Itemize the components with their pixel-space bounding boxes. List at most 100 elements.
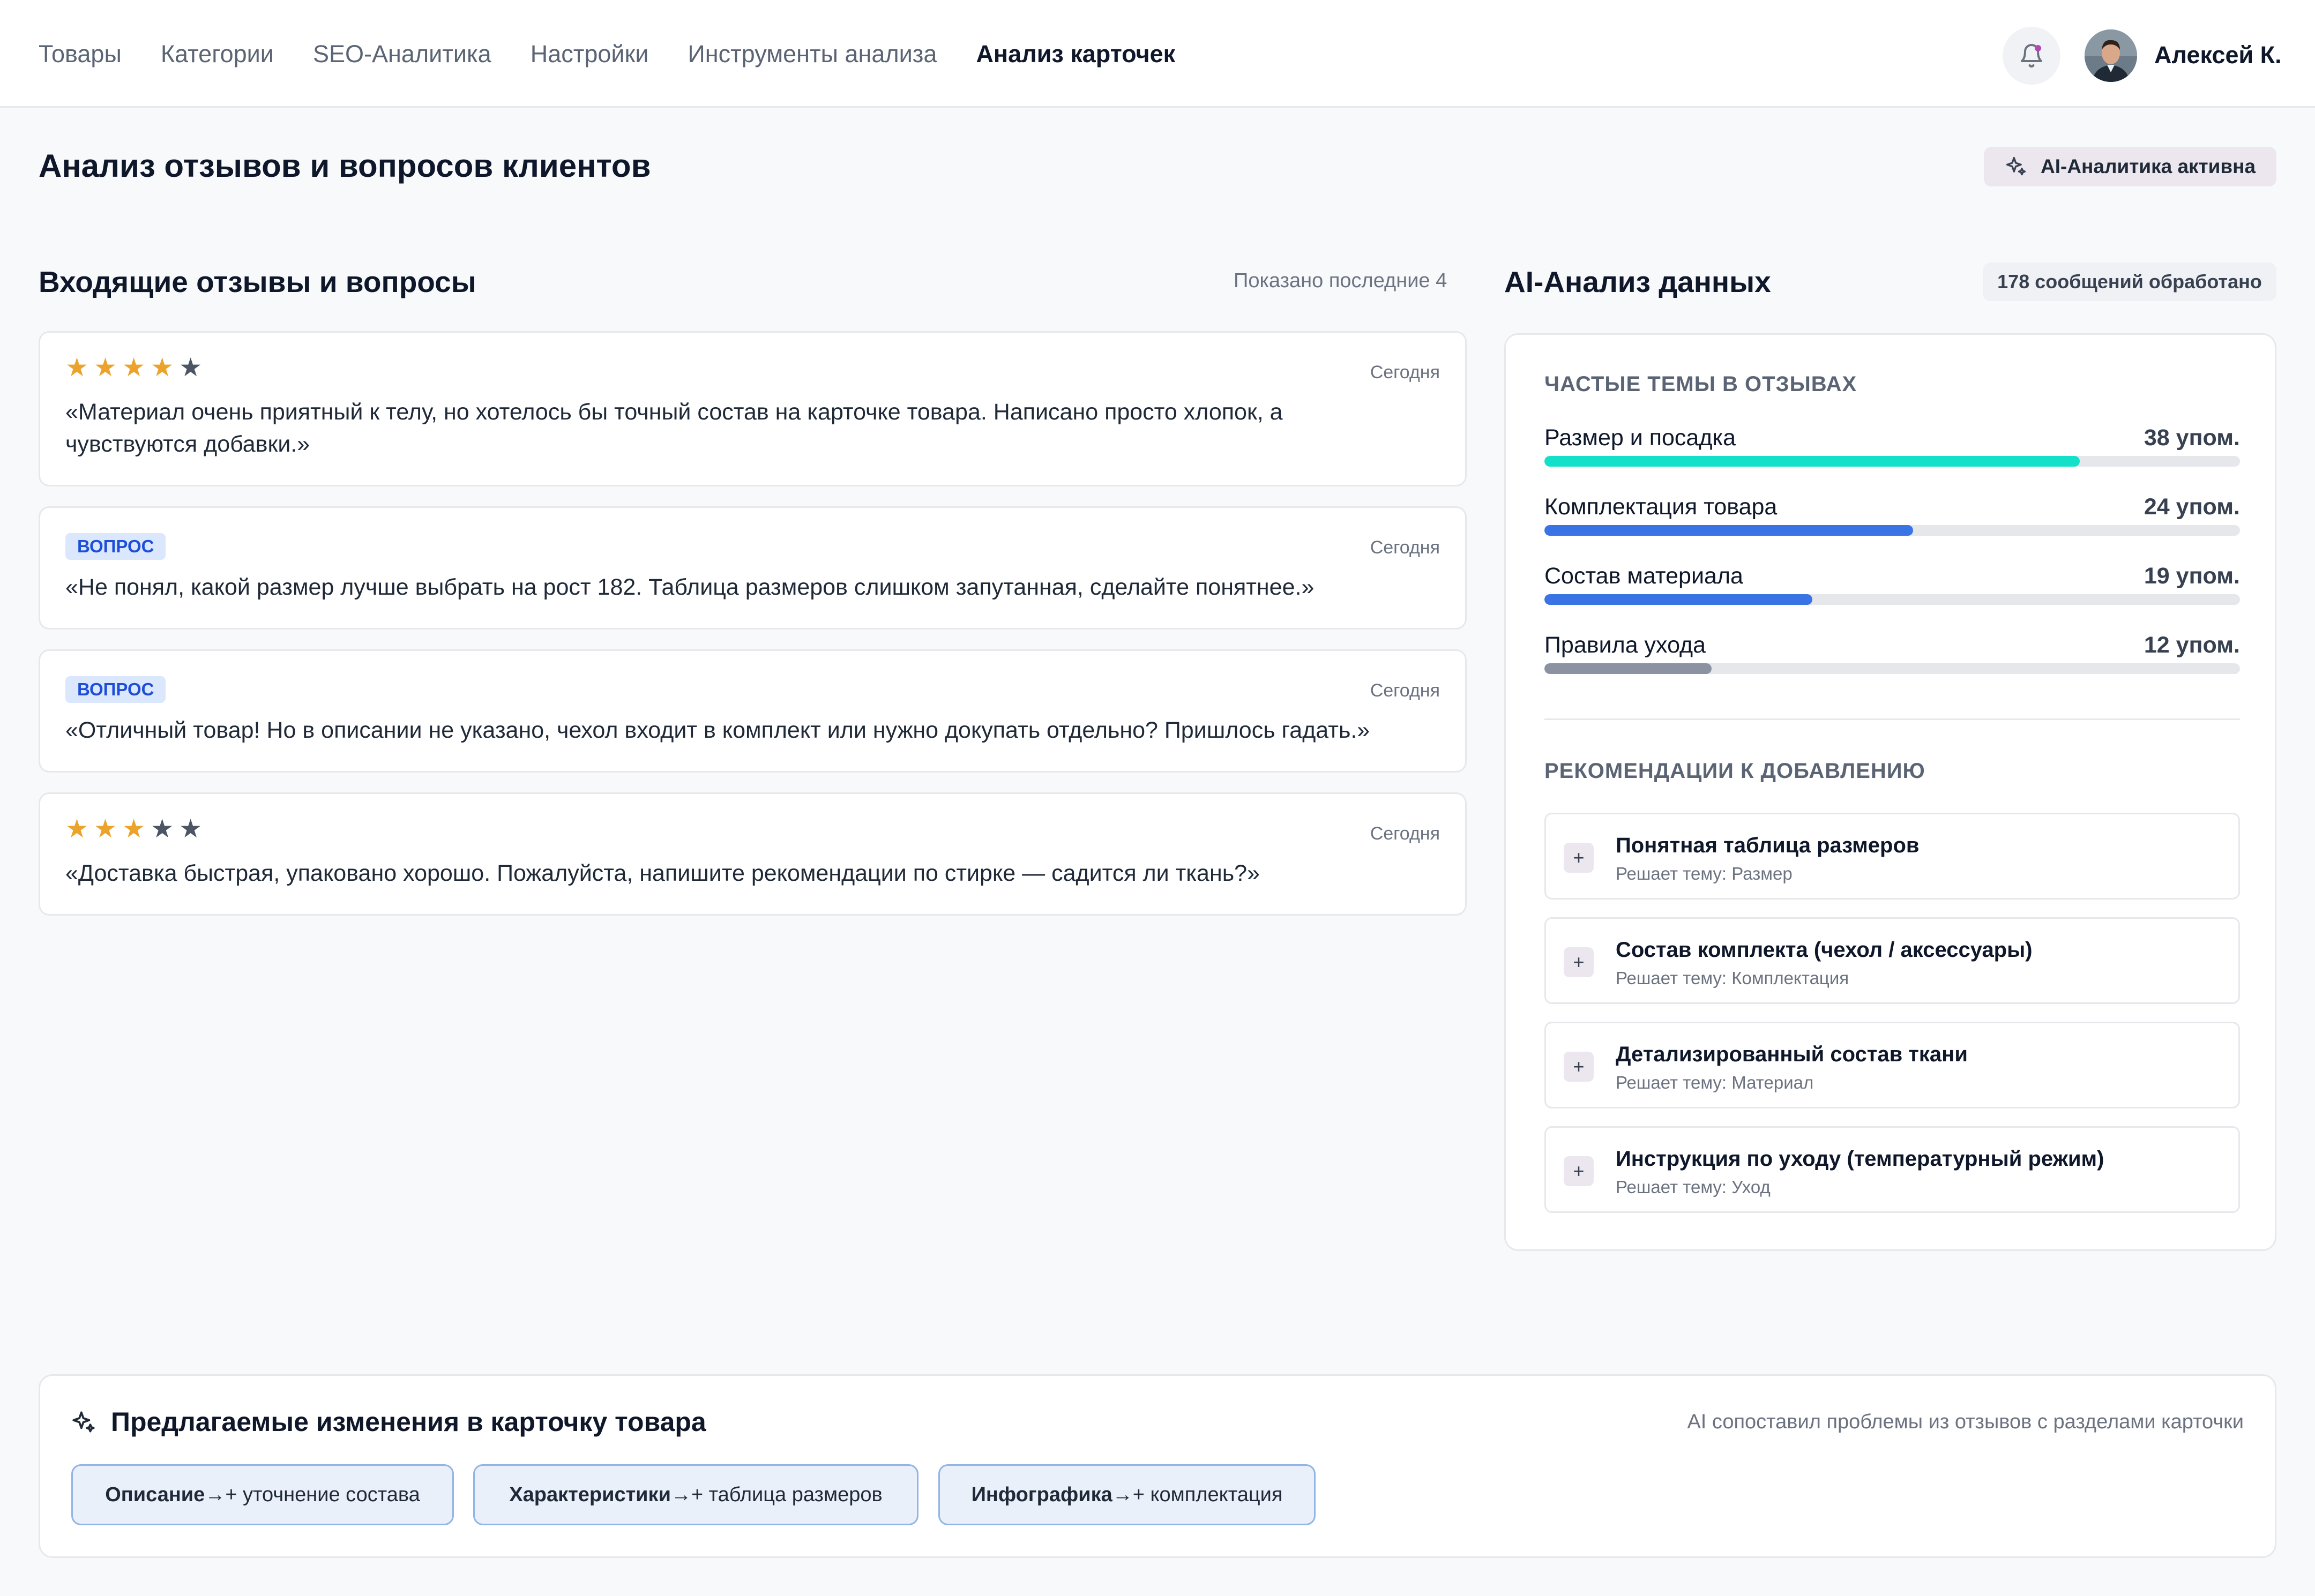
- review-text: «Материал очень приятный к телу, но хоте…: [65, 399, 1283, 458]
- recommendation-topic: Решает тему: Материал: [1616, 1073, 1814, 1092]
- arrow-icon: →: [1112, 1483, 1133, 1506]
- nav-item-card-analysis[interactable]: Анализ карточек: [976, 40, 1175, 68]
- bell-icon: [2021, 44, 2042, 68]
- recommendation-topic: Решает тему: Комплектация: [1616, 968, 1849, 988]
- suggested-changes-note: AI сопоставил проблемы из отзывов с разд…: [1687, 1411, 2244, 1433]
- recommendation-topic: Решает тему: Размер: [1616, 864, 1793, 883]
- recommendation-item[interactable]: + Инструкция по уходу (температурный реж…: [1544, 1126, 2240, 1213]
- topic-row: Состав материала 19 упом.: [1544, 563, 2240, 611]
- recommendation-title: Детализированный состав ткани: [1616, 1043, 1968, 1066]
- nav-item-settings[interactable]: Настройки: [531, 40, 649, 68]
- topic-name: Размер и посадка: [1544, 425, 1736, 451]
- review-card[interactable]: ★ ★ ★ ★ ★ Сегодня «Доставка быстрая, упа…: [39, 792, 1467, 916]
- question-text: «Не понял, какой размер лучше выбрать на…: [65, 574, 1315, 600]
- star-filled-icon: ★: [151, 354, 174, 382]
- top-navigation: Товары Категории SEO-Аналитика Настройки…: [0, 0, 2315, 108]
- chip-section: Описание: [105, 1483, 205, 1506]
- question-card[interactable]: ВОПРОС Сегодня «Отличный товар! Но в опи…: [39, 649, 1467, 773]
- topic-bar-fill: [1544, 525, 1913, 536]
- user-name[interactable]: Алексей К.: [2154, 41, 2282, 69]
- question-text: «Отличный товар! Но в описании не указан…: [65, 717, 1370, 743]
- ai-analysis-panel: ЧАСТЫЕ ТЕМЫ В ОТЗЫВАХ Размер и посадка 3…: [1504, 333, 2276, 1251]
- ai-status-label: AI-Аналитика активна: [2041, 155, 2256, 177]
- question-tag: ВОПРОС: [65, 676, 166, 703]
- chip-action: + комплектация: [1132, 1483, 1283, 1506]
- ai-status-badge: AI-Аналитика активна: [1984, 147, 2276, 186]
- star-filled-icon: ★: [122, 354, 146, 382]
- nav-item-seo-analytics[interactable]: SEO-Аналитика: [313, 40, 491, 68]
- rating-stars: ★ ★ ★ ★ ★: [65, 816, 202, 842]
- page-title: Анализ отзывов и вопросов клиентов: [39, 148, 651, 184]
- star-filled-icon: ★: [65, 354, 89, 382]
- recommendation-title: Понятная таблица размеров: [1616, 834, 1920, 857]
- chip-section: Характеристики: [509, 1483, 671, 1506]
- add-icon[interactable]: +: [1564, 1052, 1594, 1082]
- topic-count: 12 упом.: [2144, 632, 2240, 658]
- topic-count: 24 упом.: [2144, 494, 2240, 520]
- star-filled-icon: ★: [122, 815, 146, 843]
- suggested-changes-title: Предлагаемые изменения в карточку товара: [111, 1407, 706, 1437]
- star-empty-icon: ★: [151, 815, 174, 843]
- question-card[interactable]: ВОПРОС Сегодня «Не понял, какой размер л…: [39, 506, 1467, 630]
- reviews-count-note: Показано последние 4: [1234, 269, 1447, 292]
- recommendation-title: Состав комплекта (чехол / аксессуары): [1616, 938, 2033, 962]
- star-empty-icon: ★: [179, 815, 203, 843]
- recommendation-item[interactable]: + Детализированный состав ткани Решает т…: [1544, 1022, 2240, 1108]
- topic-name: Комплектация товара: [1544, 494, 1778, 520]
- topic-count: 19 упом.: [2144, 563, 2240, 589]
- change-chip-infographics[interactable]: Инфографика → + комплектация: [938, 1464, 1316, 1525]
- topic-row: Правила ухода 12 упом.: [1544, 632, 2240, 680]
- nav-item-analysis-tools[interactable]: Инструменты анализа: [688, 40, 937, 68]
- recommendation-item[interactable]: + Состав комплекта (чехол / аксессуары) …: [1544, 917, 2240, 1004]
- chip-action: + таблица размеров: [691, 1483, 883, 1506]
- topic-name: Правила ухода: [1544, 632, 1706, 658]
- topics-heading: ЧАСТЫЕ ТЕМЫ В ОТЗЫВАХ: [1544, 372, 1857, 396]
- star-filled-icon: ★: [94, 354, 117, 382]
- change-chip-description[interactable]: Описание → + уточнение состава: [71, 1464, 454, 1525]
- question-date: Сегодня: [1370, 680, 1440, 701]
- topic-bar-track: [1544, 456, 2240, 467]
- chip-action: + уточнение состава: [225, 1483, 420, 1506]
- arrow-icon: →: [205, 1483, 226, 1506]
- ai-section-title: AI-Анализ данных: [1504, 265, 1771, 298]
- rating-stars: ★ ★ ★ ★ ★: [65, 355, 202, 381]
- nav-item-products[interactable]: Товары: [39, 40, 122, 68]
- sparkles-icon: [72, 1411, 95, 1433]
- topic-bar-fill: [1544, 456, 2080, 467]
- avatar[interactable]: [2085, 29, 2137, 82]
- topic-bar-track: [1544, 663, 2240, 674]
- suggested-changes-panel: Предлагаемые изменения в карточку товара…: [39, 1374, 2276, 1558]
- add-icon[interactable]: +: [1564, 843, 1594, 873]
- reviews-section-title: Входящие отзывы и вопросы: [39, 265, 476, 298]
- topic-bar-fill: [1544, 663, 1712, 674]
- review-card[interactable]: ★ ★ ★ ★ ★ Сегодня «Материал очень приятн…: [39, 331, 1467, 486]
- recommendations-heading: РЕКОМЕНДАЦИИ К ДОБАВЛЕНИЮ: [1544, 759, 1925, 783]
- recommendation-title: Инструкция по уходу (температурный режим…: [1616, 1147, 2104, 1171]
- notifications-button[interactable]: [2003, 27, 2060, 85]
- topic-bar-track: [1544, 594, 2240, 605]
- topic-name: Состав материала: [1544, 563, 1743, 589]
- question-date: Сегодня: [1370, 537, 1440, 558]
- review-date: Сегодня: [1370, 362, 1440, 383]
- recommendation-topic: Решает тему: Уход: [1616, 1177, 1771, 1197]
- processed-count-badge: 178 сообщений обработано: [1983, 263, 2276, 301]
- change-chip-characteristics[interactable]: Характеристики → + таблица размеров: [473, 1464, 918, 1525]
- review-text: «Доставка быстрая, упаковано хорошо. Пож…: [65, 860, 1260, 886]
- star-filled-icon: ★: [94, 815, 117, 843]
- star-empty-icon: ★: [179, 354, 203, 382]
- chip-section: Инфографика: [971, 1483, 1112, 1506]
- review-date: Сегодня: [1370, 823, 1440, 844]
- sparkles-icon: [2006, 156, 2026, 176]
- topic-row: Комплектация товара 24 упом.: [1544, 494, 2240, 542]
- topic-count: 38 упом.: [2144, 425, 2240, 451]
- question-tag: ВОПРОС: [65, 533, 166, 560]
- add-icon[interactable]: +: [1564, 1156, 1594, 1186]
- nav-menu: Товары Категории SEO-Аналитика Настройки…: [39, 0, 1175, 108]
- star-filled-icon: ★: [65, 815, 89, 843]
- topic-bar-fill: [1544, 594, 1812, 605]
- recommendation-item[interactable]: + Понятная таблица размеров Решает тему:…: [1544, 813, 2240, 900]
- add-icon[interactable]: +: [1564, 947, 1594, 977]
- arrow-icon: →: [670, 1483, 691, 1506]
- nav-item-categories[interactable]: Категории: [161, 40, 274, 68]
- panel-divider: [1544, 718, 2240, 720]
